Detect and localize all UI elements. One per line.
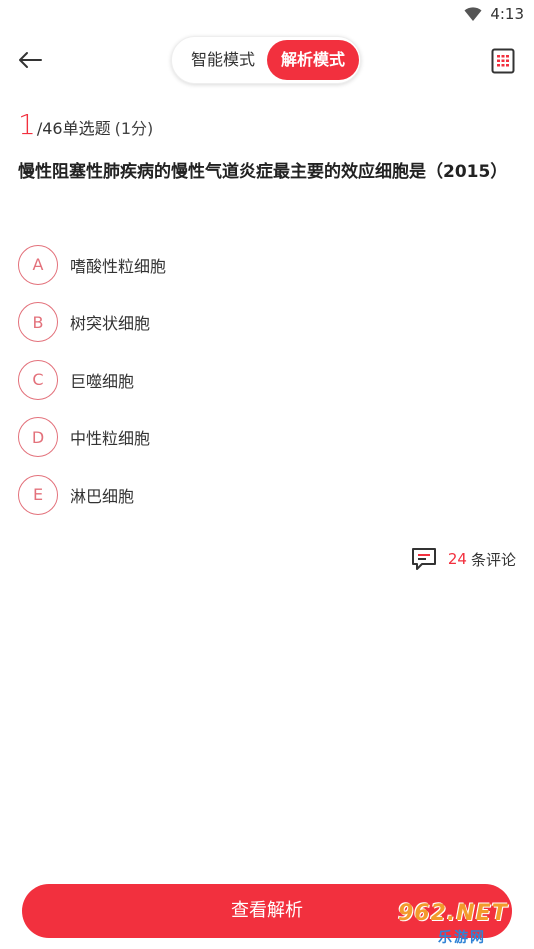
option-letter: A — [18, 244, 58, 285]
option-letter: E — [18, 474, 58, 515]
option-text: 嗜酸性粒细胞 — [70, 256, 167, 276]
watermark-text: 962.NET — [398, 901, 508, 926]
arrow-left-icon — [19, 52, 42, 68]
option-e[interactable]: E 淋巴细胞 — [18, 466, 518, 524]
option-d[interactable]: D 中性粒细胞 — [18, 409, 518, 467]
mode-switch: 智能模式 解析模式 — [171, 36, 361, 84]
analysis-mode-tab[interactable]: 解析模式 — [267, 40, 359, 80]
question-text: 慢性阻塞性肺疾病的慢性气道炎症最主要的效应细胞是（2015） — [18, 162, 508, 182]
option-a[interactable]: A 嗜酸性粒细胞 — [18, 236, 518, 294]
option-letter: D — [18, 417, 58, 458]
status-time: 4:13 — [490, 5, 524, 23]
comment-label: 条评论 — [470, 550, 516, 569]
question-index: 1 — [18, 108, 36, 141]
question-header: 1 /46 单选题 (1分) — [18, 108, 153, 142]
watermark-subtext: 乐游网 — [438, 930, 486, 946]
question-type: 单选题 — [62, 119, 111, 138]
question-score: (1分) — [114, 119, 154, 138]
top-bar: 智能模式 解析模式 — [0, 30, 534, 90]
back-button[interactable] — [10, 44, 50, 76]
option-text: 中性粒细胞 — [70, 429, 151, 449]
comments-link[interactable]: 24 条评论 — [410, 545, 516, 573]
option-list: A 嗜酸性粒细胞 B 树突状细胞 C 巨噬细胞 D 中性粒细胞 E 淋巴细胞 — [18, 236, 518, 524]
option-b[interactable]: B 树突状细胞 — [18, 294, 518, 352]
answer-sheet-button[interactable] — [486, 44, 520, 78]
watermark-logo: 962.NET 乐游网 — [398, 901, 530, 946]
option-c[interactable]: C 巨噬细胞 — [18, 351, 518, 409]
option-letter: B — [18, 302, 58, 343]
comment-count: 24 — [447, 550, 467, 568]
comment-icon — [411, 548, 436, 570]
smart-mode-tab[interactable]: 智能模式 — [178, 40, 268, 80]
option-text: 树突状细胞 — [70, 314, 151, 334]
option-text: 巨噬细胞 — [70, 371, 135, 391]
option-text: 淋巴细胞 — [70, 486, 135, 506]
status-bar: 4:13 — [0, 0, 534, 28]
option-letter: C — [18, 359, 58, 400]
wifi-icon — [464, 7, 482, 21]
question-total: /46 — [36, 119, 63, 138]
answer-sheet-icon — [491, 48, 515, 74]
